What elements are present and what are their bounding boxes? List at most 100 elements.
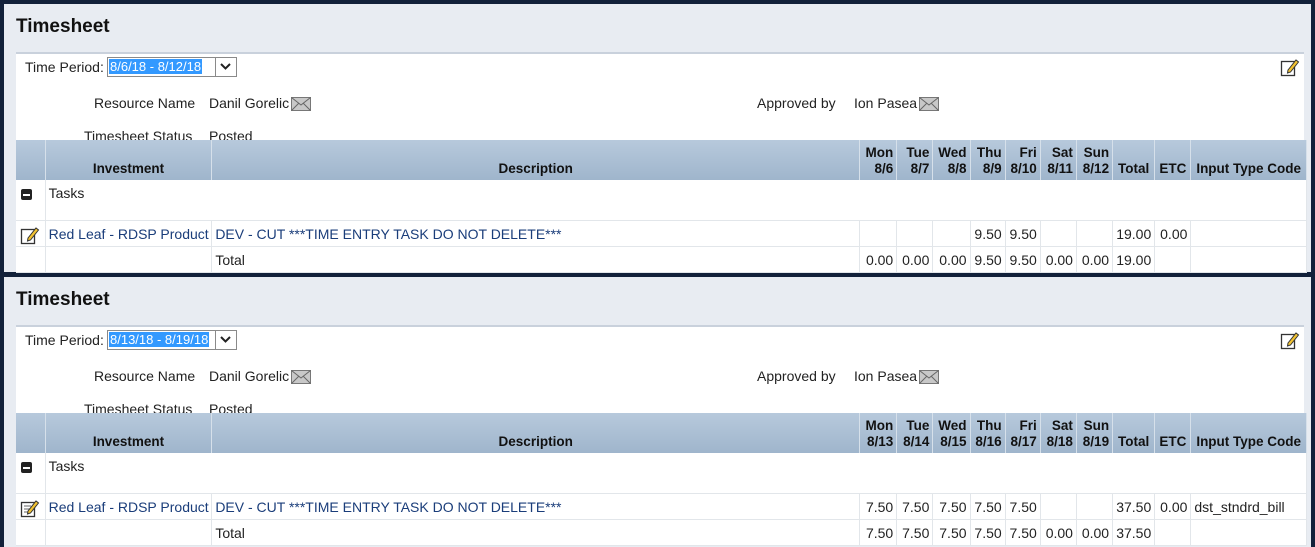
time-period-select[interactable]: 8/6/18 - 8/12/18 — [107, 57, 237, 77]
day-name: Fri — [1019, 145, 1037, 160]
col-description[interactable]: Description — [211, 413, 861, 453]
total-hours-cell: 0.00 — [1076, 519, 1114, 546]
day-date: 8/7 — [910, 161, 930, 176]
hours-cell[interactable] — [1040, 220, 1077, 247]
col-input-type-code[interactable]: Input Type Code — [1190, 413, 1307, 453]
timesheet-panel: Timesheet Time Period: 8/6/18 - 8/12/18 … — [4, 4, 1311, 273]
header-icon-col — [16, 413, 46, 453]
total-hours-cell: 0.00 — [932, 246, 971, 273]
time-period-label: Time Period: — [25, 59, 104, 75]
time-period-value: 8/6/18 - 8/12/18 — [109, 59, 203, 74]
col-etc[interactable]: ETC — [1154, 140, 1192, 180]
hours-cell[interactable]: 9.50 — [1005, 220, 1041, 247]
edit-timesheet-icon[interactable] — [1280, 57, 1300, 77]
col-day[interactable]: Mon 8/6 — [859, 140, 898, 180]
hours-cell[interactable]: 7.50 — [1005, 493, 1041, 520]
day-date: 8/17 — [1010, 434, 1037, 449]
time-period-select[interactable]: 8/13/18 - 8/19/18 — [107, 330, 237, 350]
hours-cell[interactable] — [896, 220, 934, 247]
day-date: 8/16 — [975, 434, 1002, 449]
col-investment[interactable]: Investment — [45, 140, 213, 180]
edit-timesheet-icon[interactable] — [1280, 330, 1300, 350]
col-day[interactable]: Thu 8/16 — [970, 413, 1006, 453]
col-day[interactable]: Wed 8/8 — [932, 140, 971, 180]
resource-name-value: Danil Gorelic — [209, 95, 290, 111]
empty-cell — [16, 246, 46, 273]
timesheet-info: Resource Name Danil Gorelic Approved by … — [16, 353, 1304, 417]
row-total: 19.00 — [1112, 220, 1156, 247]
hours-cell[interactable] — [1040, 493, 1077, 520]
col-day[interactable]: Thu 8/9 — [970, 140, 1006, 180]
table-row: Red Leaf - RDSP Product DEV - CUT ***TIM… — [16, 220, 1307, 247]
col-day[interactable]: Sun 8/12 — [1076, 140, 1114, 180]
investment-link[interactable]: Red Leaf - RDSP Product — [45, 220, 213, 247]
col-day[interactable]: Sun 8/19 — [1076, 413, 1114, 453]
etc-cell[interactable]: 0.00 — [1154, 493, 1192, 520]
table-row: Red Leaf - RDSP Product DEV - CUT ***TIM… — [16, 493, 1307, 520]
day-name: Sun — [1083, 145, 1110, 160]
col-input-type-code[interactable]: Input Type Code — [1190, 140, 1307, 180]
col-total[interactable]: Total — [1112, 413, 1156, 453]
edit-pencil-icon[interactable] — [20, 225, 44, 245]
col-day[interactable]: Tue 8/14 — [896, 413, 934, 453]
hours-cell[interactable]: 7.50 — [932, 493, 971, 520]
col-etc[interactable]: ETC — [1154, 413, 1192, 453]
col-day[interactable]: Fri 8/10 — [1005, 140, 1041, 180]
total-hours-cell: 0.00 — [859, 246, 898, 273]
col-day[interactable]: Mon 8/13 — [859, 413, 898, 453]
collapse-minus-icon[interactable] — [21, 189, 32, 200]
envelope-icon[interactable] — [291, 97, 311, 111]
total-hours-cell: 7.50 — [896, 519, 934, 546]
hours-cell[interactable]: 7.50 — [970, 493, 1006, 520]
totals-label: Total — [211, 519, 861, 546]
col-day[interactable]: Fri 8/17 — [1005, 413, 1041, 453]
description-link[interactable]: DEV - CUT ***TIME ENTRY TASK DO NOT DELE… — [211, 220, 861, 247]
hours-cell[interactable] — [859, 220, 898, 247]
col-description[interactable]: Description — [211, 140, 861, 180]
empty-cell — [16, 519, 46, 546]
time-period-bar: Time Period: 8/13/18 - 8/19/18 — [16, 325, 1304, 355]
row-total: 37.50 — [1112, 493, 1156, 520]
header-row: Investment Description Mon 8/6 Tue 8/7 Wed… — [16, 140, 1307, 180]
collapse-minus-icon[interactable] — [21, 462, 32, 473]
envelope-icon[interactable] — [919, 370, 939, 384]
resource-name-label: Resource Name — [94, 95, 196, 111]
total-hours-cell: 7.50 — [1005, 519, 1041, 546]
col-day[interactable]: Sat 8/18 — [1040, 413, 1077, 453]
chevron-down-icon[interactable] — [215, 58, 236, 76]
description-link[interactable]: DEV - CUT ***TIME ENTRY TASK DO NOT DELE… — [211, 493, 861, 520]
col-investment[interactable]: Investment — [45, 413, 213, 453]
group-label: Tasks — [45, 180, 1308, 221]
col-day[interactable]: Wed 8/15 — [932, 413, 971, 453]
hours-cell[interactable]: 7.50 — [859, 493, 898, 520]
total-hours-cell: 0.00 — [896, 246, 934, 273]
col-day[interactable]: Sat 8/11 — [1040, 140, 1077, 180]
day-date: 8/10 — [1010, 161, 1037, 176]
grand-total: 19.00 — [1112, 246, 1156, 273]
day-date: 8/8 — [947, 161, 967, 176]
approved-by-label: Approved by — [757, 95, 836, 111]
day-name: Mon — [865, 418, 894, 433]
day-date: 8/15 — [940, 434, 967, 449]
hours-cell[interactable] — [1076, 220, 1114, 247]
col-day[interactable]: Tue 8/7 — [896, 140, 934, 180]
edit-pencil-icon[interactable] — [20, 498, 44, 518]
hours-cell[interactable]: 9.50 — [970, 220, 1006, 247]
etc-cell[interactable]: 0.00 — [1154, 220, 1192, 247]
total-hours-cell: 9.50 — [1005, 246, 1041, 273]
timesheet-info: Resource Name Danil Gorelic Approved by … — [16, 80, 1304, 144]
group-label: Tasks — [45, 453, 1308, 494]
envelope-icon[interactable] — [291, 370, 311, 384]
empty-cell — [45, 519, 213, 546]
col-total[interactable]: Total — [1112, 140, 1156, 180]
hours-cell[interactable] — [1076, 493, 1114, 520]
chevron-down-icon[interactable] — [215, 331, 236, 349]
hours-cell[interactable]: 7.50 — [896, 493, 934, 520]
envelope-icon[interactable] — [919, 97, 939, 111]
hours-cell[interactable] — [932, 220, 971, 247]
day-name: Fri — [1019, 418, 1037, 433]
edit-row-cell — [16, 493, 46, 520]
day-name: Mon — [865, 145, 894, 160]
page-title: Timesheet — [16, 16, 110, 37]
investment-link[interactable]: Red Leaf - RDSP Product — [45, 493, 213, 520]
